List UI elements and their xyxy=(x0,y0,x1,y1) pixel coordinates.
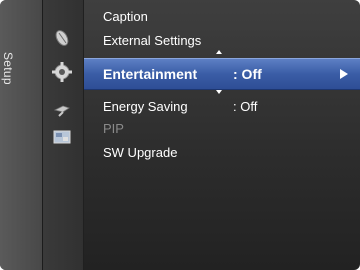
tv-setup-menu: Setup Caption External Settings Entertai… xyxy=(0,0,360,270)
menu-item-energy-saving[interactable]: Energy Saving : Off xyxy=(84,96,360,118)
menu-item-label: SW Upgrade xyxy=(103,145,178,160)
menu-item-entertainment[interactable]: Entertainment : Off xyxy=(84,58,360,90)
input-plug-icon[interactable] xyxy=(51,98,73,120)
application-icon[interactable] xyxy=(51,126,73,148)
satellite-dish-icon[interactable] xyxy=(51,26,73,48)
setup-tab-label: Setup xyxy=(1,52,15,85)
menu-item-label: Caption xyxy=(103,9,148,24)
category-tab-strip: Setup xyxy=(0,0,43,270)
scroll-down-icon xyxy=(216,90,222,94)
menu-item-label: Entertainment xyxy=(103,66,198,82)
category-icon-column xyxy=(43,0,84,270)
menu-item-value: : Off xyxy=(233,66,262,82)
menu-item-label: PIP xyxy=(103,121,124,136)
menu-item-caption[interactable]: Caption xyxy=(84,6,360,28)
setup-tab[interactable]: Setup xyxy=(0,0,42,270)
menu-item-external-settings[interactable]: External Settings xyxy=(84,30,360,52)
menu-item-sw-upgrade[interactable]: SW Upgrade xyxy=(84,142,360,164)
menu-item-label: Energy Saving xyxy=(103,99,188,114)
menu-item-label: External Settings xyxy=(103,33,202,48)
setup-menu-list: Caption External Settings Entertainment … xyxy=(84,0,360,270)
scroll-up-icon xyxy=(216,50,222,54)
setup-gear-icon[interactable] xyxy=(51,61,73,83)
menu-item-value: : Off xyxy=(233,99,258,114)
menu-item-pip: PIP xyxy=(84,118,360,140)
right-arrow-icon xyxy=(340,69,348,79)
